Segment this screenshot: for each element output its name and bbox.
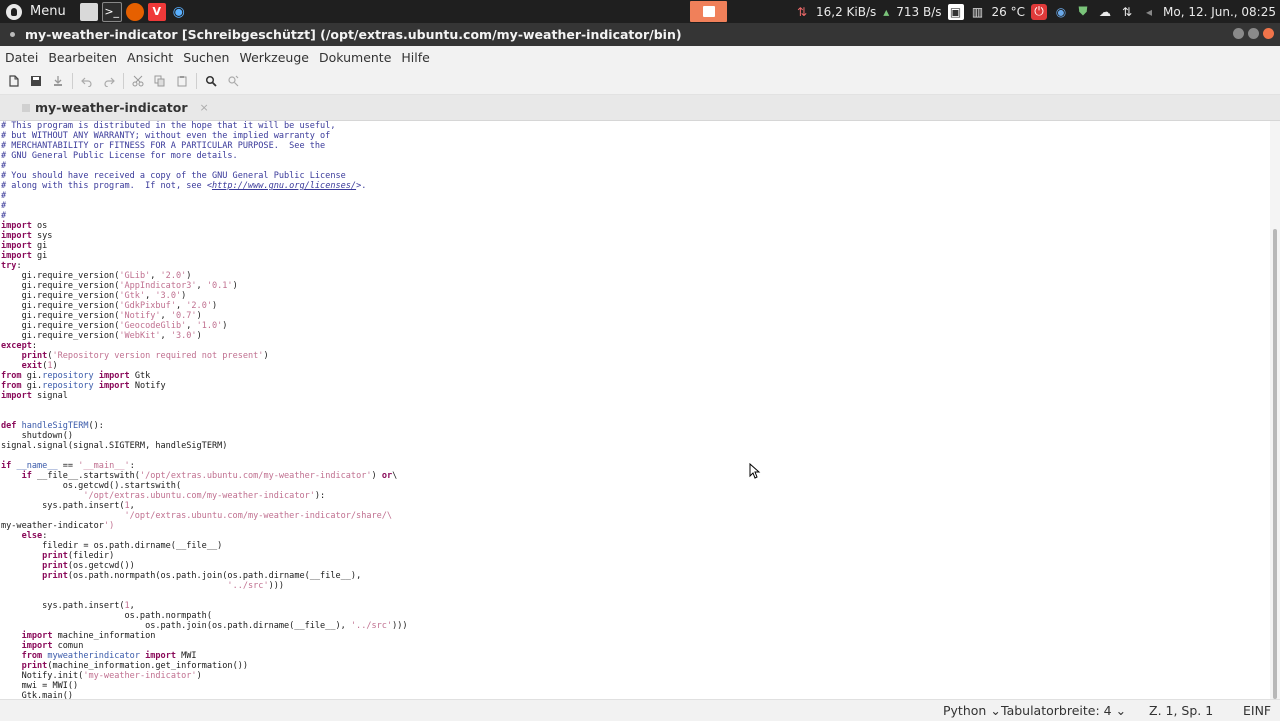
- scrollbar-thumb[interactable]: [1273, 229, 1277, 699]
- net-arrows-icon: ⇅: [796, 4, 808, 19]
- undo-icon[interactable]: [76, 70, 98, 92]
- language-label: Python: [943, 703, 987, 718]
- tab-width-selector[interactable]: Tabulatorbreite: 4 ⌄: [1001, 703, 1126, 718]
- code-text[interactable]: # This program is distributed in the hop…: [0, 121, 1270, 699]
- system-tray: ⇅ 16,2 KiB/s ▴ 713 B/s ▣ ▥ 26 °C ⏻ ◉ ⛊ ☁…: [794, 0, 1276, 23]
- window-title: my-weather-indicator [Schreibgeschützt] …: [25, 27, 682, 42]
- volume-tray-icon[interactable]: ◂: [1141, 4, 1157, 20]
- cursor-position: Z. 1, Sp. 1: [1149, 703, 1214, 718]
- save-as-icon[interactable]: [47, 70, 69, 92]
- net-down-speed: 16,2 KiB/s: [816, 4, 877, 19]
- mouse-pointer-icon: [749, 463, 761, 479]
- menu-bar: Datei Bearbeiten Ansicht Suchen Werkzeug…: [0, 46, 1280, 68]
- tab-width-label: Tabulatorbreite: 4: [1001, 703, 1112, 718]
- terminal-launcher-icon[interactable]: >_: [101, 1, 122, 22]
- close-icon[interactable]: [1263, 28, 1274, 39]
- editor-scrollbar[interactable]: [1270, 121, 1280, 699]
- menu-ansicht[interactable]: Ansicht: [122, 50, 178, 65]
- new-document-icon[interactable]: [3, 70, 25, 92]
- document-tab-bar: my-weather-indicator ×: [0, 95, 1280, 121]
- menu-label: Menu: [30, 4, 66, 19]
- toolbar-separator: [72, 73, 73, 89]
- editor-task-icon: [702, 6, 715, 17]
- code-editor[interactable]: # This program is distributed in the hop…: [0, 121, 1270, 699]
- cloud-tray-icon[interactable]: ☁: [1097, 4, 1113, 20]
- toolbar-separator: [123, 73, 124, 89]
- status-bar: Python ⌄ Tabulatorbreite: 4 ⌄ Z. 1, Sp. …: [0, 699, 1280, 721]
- files-launcher-icon[interactable]: [79, 2, 98, 21]
- temperature-value: 26 °C: [991, 4, 1025, 19]
- network-launcher-icon[interactable]: ◉: [170, 3, 188, 21]
- menu-suchen[interactable]: Suchen: [178, 50, 234, 65]
- window-titlebar[interactable]: my-weather-indicator [Schreibgeschützt] …: [0, 23, 1280, 46]
- redo-icon[interactable]: [98, 70, 120, 92]
- document-tab-icon: [22, 103, 30, 112]
- replace-icon[interactable]: [222, 70, 244, 92]
- window-buttons: [1233, 28, 1274, 39]
- chevron-down-icon: ⌄: [990, 703, 1001, 718]
- menu-hilfe[interactable]: Hilfe: [396, 50, 434, 65]
- search-icon[interactable]: [200, 70, 222, 92]
- paste-icon[interactable]: [171, 70, 193, 92]
- chevron-down-icon: ⌄: [1115, 703, 1127, 718]
- weather-tray-icon[interactable]: ▥: [970, 4, 986, 20]
- insert-mode[interactable]: EINF: [1243, 703, 1271, 718]
- power-tray-icon[interactable]: ⏻: [1031, 3, 1047, 20]
- copy-icon[interactable]: [149, 70, 171, 92]
- window-menu-icon[interactable]: [10, 32, 15, 37]
- vivaldi-launcher-icon[interactable]: V: [147, 2, 166, 21]
- maximize-icon[interactable]: [1248, 28, 1259, 39]
- app-menu-button[interactable]: Menu: [0, 0, 66, 23]
- save-icon[interactable]: [25, 70, 47, 92]
- minimize-icon[interactable]: [1233, 28, 1244, 39]
- menu-datei[interactable]: Datei: [0, 50, 43, 65]
- toolbar-separator: [196, 73, 197, 89]
- clock[interactable]: Mo, 12. Jun., 08:25: [1163, 5, 1276, 19]
- top-panel: Menu >_ V ◉ ⇅ 16,2 KiB/s ▴ 713 B/s ▣ ▥ 2…: [0, 0, 1280, 23]
- taskbar-window-button[interactable]: [690, 1, 727, 22]
- net-up-speed: 713 B/s: [896, 4, 942, 19]
- cut-icon[interactable]: [127, 70, 149, 92]
- menu-dokumente[interactable]: Dokumente: [314, 50, 396, 65]
- screenshot-tray-icon[interactable]: ▣: [947, 3, 964, 20]
- network-tray-icon[interactable]: ⇅: [1119, 4, 1135, 20]
- shield-tray-icon[interactable]: ⛊: [1075, 4, 1091, 20]
- menu-werkzeuge[interactable]: Werkzeuge: [234, 50, 314, 65]
- toolbar: [0, 68, 1280, 95]
- wifi-tray-icon[interactable]: ◉: [1053, 4, 1069, 20]
- launcher-bar: >_ V ◉: [79, 1, 188, 22]
- language-selector[interactable]: Python ⌄: [943, 703, 1001, 718]
- firefox-launcher-icon[interactable]: [125, 2, 144, 21]
- tab-label: my-weather-indicator: [35, 100, 188, 115]
- tab-close-icon[interactable]: ×: [200, 101, 209, 114]
- tab-my-weather-indicator[interactable]: my-weather-indicator ×: [22, 95, 209, 120]
- menu-logo-icon: [6, 3, 22, 20]
- net-up-icon: ▴: [883, 4, 890, 19]
- menu-bearbeiten[interactable]: Bearbeiten: [43, 50, 122, 65]
